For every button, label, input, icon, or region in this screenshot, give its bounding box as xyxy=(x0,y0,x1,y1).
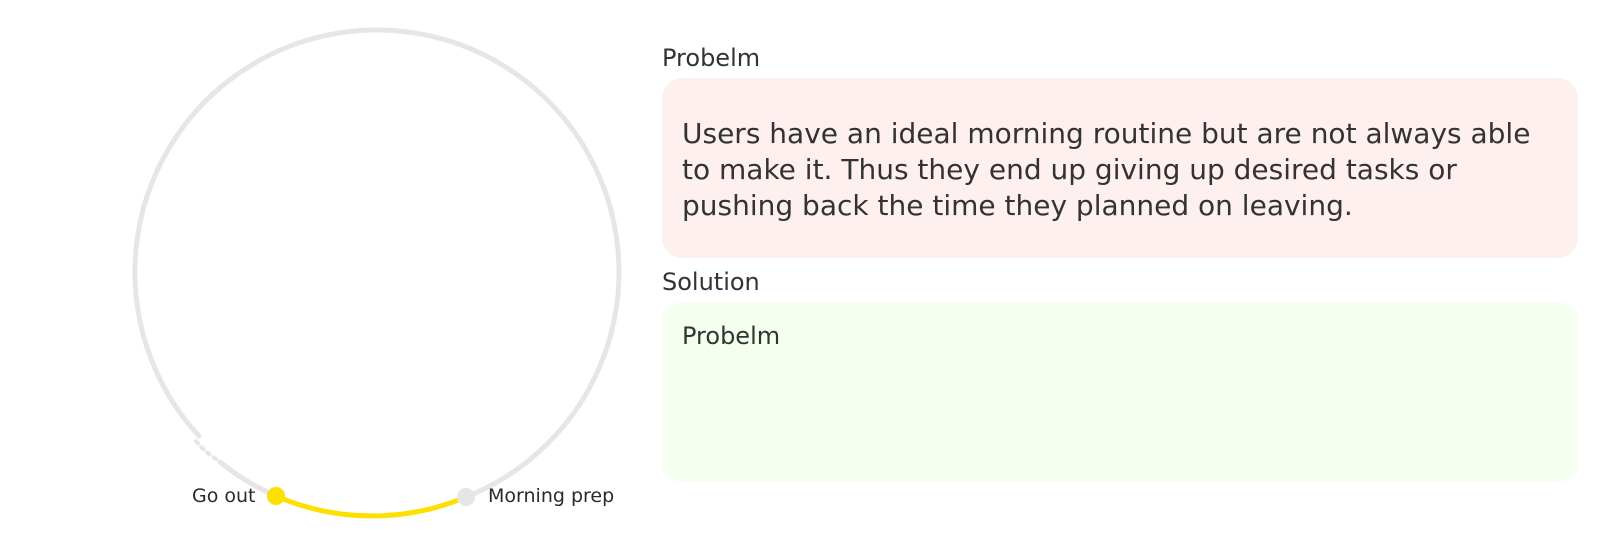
morning-prep-label: Morning prep xyxy=(488,485,615,507)
go-out-knob[interactable] xyxy=(267,487,285,505)
morning-prep-knob[interactable] xyxy=(457,488,475,506)
dial-track-dash xyxy=(194,439,218,461)
go-out-label: Go out xyxy=(192,485,256,507)
page: Go out Morning prep Probelm Users have a… xyxy=(0,0,1600,533)
problem-heading: Probelm xyxy=(662,44,761,72)
info-panel: Probelm Users have an ideal morning rout… xyxy=(662,44,1578,482)
dial-track xyxy=(132,27,622,500)
time-dial[interactable]: Go out Morning prep xyxy=(0,0,640,533)
solution-heading: Solution xyxy=(662,268,760,296)
active-time-arc xyxy=(273,493,469,519)
dial-graphic xyxy=(132,27,622,519)
problem-text: Users have an ideal morning routine but … xyxy=(682,117,1531,222)
solution-text: Probelm xyxy=(682,322,781,350)
problem-card: Users have an ideal morning routine but … xyxy=(662,78,1578,258)
solution-card[interactable]: Probelm xyxy=(662,302,1578,482)
